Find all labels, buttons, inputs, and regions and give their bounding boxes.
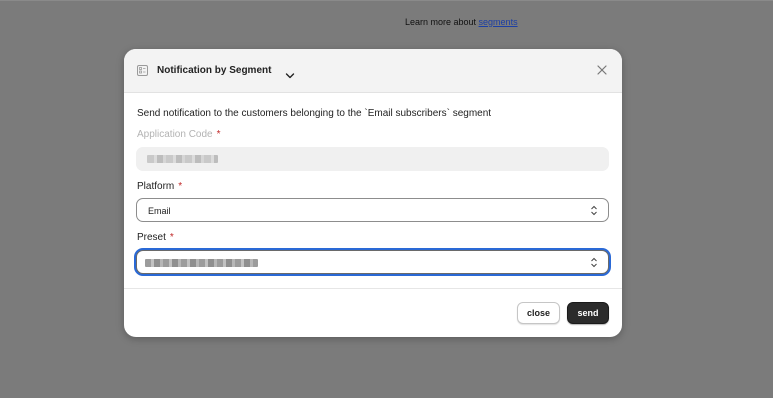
modal-description: Send notification to the customers belon… bbox=[137, 108, 492, 119]
send-button[interactable]: send bbox=[567, 302, 609, 324]
application-code-field bbox=[136, 147, 609, 171]
preset-select[interactable] bbox=[136, 250, 609, 274]
redacted-value bbox=[147, 155, 218, 163]
preset-label: Preset * bbox=[137, 232, 174, 243]
close-icon[interactable] bbox=[596, 63, 608, 75]
modal-header: Notification by Segment bbox=[124, 49, 622, 93]
chevron-down-icon[interactable] bbox=[285, 67, 295, 79]
platform-value: Email bbox=[148, 206, 171, 216]
modal-title[interactable]: Notification by Segment bbox=[157, 65, 271, 76]
select-arrows-icon bbox=[590, 205, 598, 216]
segments-link[interactable]: segments bbox=[479, 17, 518, 27]
preset-label-text: Preset bbox=[137, 232, 166, 243]
platform-label: Platform * bbox=[137, 181, 182, 192]
application-code-label: Application Code * bbox=[137, 129, 221, 140]
required-mark: * bbox=[216, 129, 221, 140]
learn-more-text: Learn more about segments bbox=[405, 17, 518, 27]
notification-modal: Notification by Segment Send notificatio… bbox=[124, 49, 622, 337]
segment-icon bbox=[137, 65, 148, 76]
required-mark: * bbox=[178, 181, 183, 192]
footer-divider bbox=[124, 288, 622, 289]
redacted-value bbox=[145, 259, 258, 267]
required-mark: * bbox=[169, 232, 174, 243]
platform-label-text: Platform bbox=[137, 181, 175, 192]
select-arrows-icon bbox=[590, 257, 598, 268]
close-button[interactable]: close bbox=[517, 302, 560, 324]
platform-select[interactable]: Email bbox=[136, 198, 609, 222]
top-divider bbox=[0, 0, 773, 1]
learn-more-label: Learn more about bbox=[405, 17, 479, 27]
application-code-label-text: Application Code bbox=[137, 129, 213, 140]
